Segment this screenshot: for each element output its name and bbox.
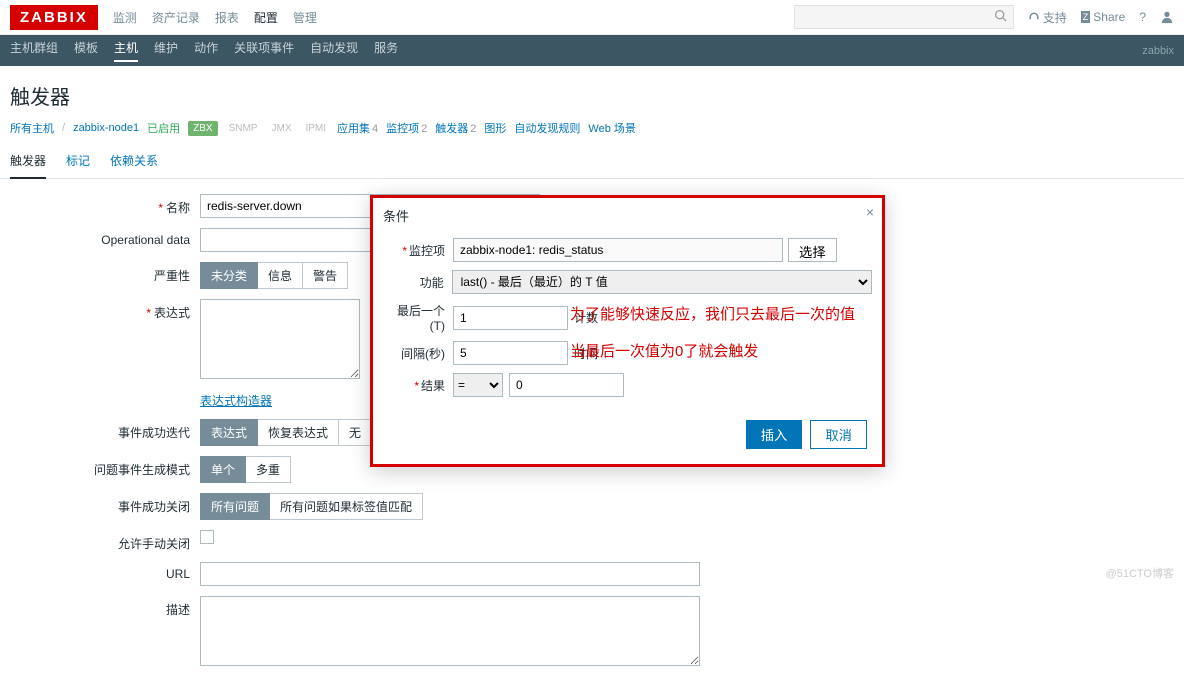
tab-row: 触发器 标记 依赖关系 bbox=[0, 144, 1184, 179]
okc-all[interactable]: 所有问题 bbox=[200, 493, 270, 520]
tab-deps[interactable]: 依赖关系 bbox=[110, 144, 158, 179]
nav-reports[interactable]: 报表 bbox=[215, 9, 239, 26]
close-icon[interactable]: × bbox=[866, 204, 874, 220]
m-last-input[interactable] bbox=[453, 306, 568, 330]
ipmi-tag: IPMI bbox=[302, 121, 329, 136]
annotation-1: 为了能够快速反应，我们只去最后一次的值 bbox=[570, 303, 855, 324]
help-icon[interactable]: ? bbox=[1139, 10, 1146, 24]
okc-tag[interactable]: 所有问题如果标签值匹配 bbox=[270, 493, 423, 520]
manual-close-label: 允许手动关闭 bbox=[10, 530, 200, 552]
page-title: 触发器 bbox=[0, 66, 1184, 120]
host-breadcrumb: 所有主机 / zabbix-node1 已启用 ZBX SNMP JMX IPM… bbox=[0, 120, 1184, 144]
share-link[interactable]: Z Share bbox=[1081, 10, 1126, 24]
subnav-services[interactable]: 服务 bbox=[374, 39, 398, 62]
eok-expr[interactable]: 表达式 bbox=[200, 419, 258, 446]
m-result-label: 结果 bbox=[421, 379, 445, 393]
eok-none[interactable]: 无 bbox=[339, 419, 372, 446]
all-hosts-link[interactable]: 所有主机 bbox=[10, 120, 54, 136]
m-func-select[interactable]: last() - 最后（最近）的 T 值 bbox=[452, 270, 872, 294]
triggers-link[interactable]: 触发器 bbox=[435, 123, 468, 135]
opdata-label: Operational data bbox=[10, 228, 200, 247]
event-ok-label: 事件成功迭代 bbox=[10, 419, 200, 441]
search-input[interactable] bbox=[794, 5, 1014, 29]
graphs-link[interactable]: 图形 bbox=[484, 120, 506, 136]
m-item-label: 监控项 bbox=[409, 244, 445, 258]
nav-admin[interactable]: 管理 bbox=[293, 9, 317, 26]
manual-close-checkbox[interactable] bbox=[200, 530, 214, 544]
pm-single[interactable]: 单个 bbox=[200, 456, 246, 483]
desc-textarea[interactable] bbox=[200, 596, 700, 666]
watermark: @51CTO博客 bbox=[1106, 565, 1174, 581]
m-interval-label: 间隔(秒) bbox=[383, 345, 453, 362]
tab-tags[interactable]: 标记 bbox=[66, 144, 90, 179]
logo[interactable]: ZABBIX bbox=[10, 5, 98, 30]
host-link[interactable]: zabbix-node1 bbox=[73, 122, 139, 134]
expr-label: 表达式 bbox=[154, 306, 190, 320]
annotation-2: 当最后一次值为0了就会触发 bbox=[570, 340, 758, 361]
problem-mode-label: 问题事件生成模式 bbox=[10, 456, 200, 478]
expr-builder-link[interactable]: 表达式构造器 bbox=[200, 394, 272, 408]
subnav-hostgroups[interactable]: 主机群组 bbox=[10, 39, 58, 62]
severity-label: 严重性 bbox=[10, 262, 200, 284]
user-icon[interactable] bbox=[1160, 10, 1174, 24]
subnav: 主机群组 模板 主机 维护 动作 关联项事件 自动发现 服务 zabbix bbox=[0, 35, 1184, 66]
subnav-maintenance[interactable]: 维护 bbox=[154, 39, 178, 62]
nav-inventory[interactable]: 资产记录 bbox=[152, 9, 200, 26]
pm-multiple[interactable]: 多重 bbox=[246, 456, 291, 483]
tab-triggers[interactable]: 触发器 bbox=[10, 144, 46, 179]
m-select-button[interactable]: 选择 bbox=[788, 238, 837, 262]
name-label: 名称 bbox=[166, 201, 190, 215]
url-label: URL bbox=[10, 562, 200, 581]
nav-monitor[interactable]: 监测 bbox=[113, 9, 137, 26]
subnav-correlation[interactable]: 关联项事件 bbox=[234, 39, 294, 62]
expr-textarea[interactable] bbox=[200, 299, 360, 379]
jmx-tag: JMX bbox=[268, 121, 294, 136]
sev-info[interactable]: 信息 bbox=[258, 262, 303, 289]
apps-link[interactable]: 应用集 bbox=[337, 123, 370, 135]
insert-button[interactable]: 插入 bbox=[746, 420, 803, 449]
top-right: 支持 Z Share ? bbox=[1028, 9, 1174, 26]
snmp-tag: SNMP bbox=[226, 121, 261, 136]
sev-unclassified[interactable]: 未分类 bbox=[200, 262, 258, 289]
m-result-value[interactable] bbox=[509, 373, 624, 397]
zbx-tag: ZBX bbox=[188, 121, 217, 136]
modal-title: 条件 bbox=[383, 209, 409, 224]
m-last-label: 最后一个 (T) bbox=[383, 302, 453, 333]
subnav-right: zabbix bbox=[1142, 45, 1174, 57]
m-item-input[interactable] bbox=[453, 238, 783, 262]
condition-modal: 条件 × *监控项 选择 功能 last() - 最后（最近）的 T 值 最后一… bbox=[370, 195, 885, 467]
m-interval-input[interactable] bbox=[453, 341, 568, 365]
support-link[interactable]: 支持 bbox=[1028, 9, 1067, 26]
items-link[interactable]: 监控项 bbox=[386, 123, 419, 135]
search-icon bbox=[994, 9, 1007, 25]
topbar: ZABBIX 监测 资产记录 报表 配置 管理 支持 Z Share ? bbox=[0, 0, 1184, 35]
discovery-link[interactable]: 自动发现规则 bbox=[514, 120, 580, 136]
m-func-label: 功能 bbox=[383, 274, 452, 291]
top-nav: 监测 资产记录 报表 配置 管理 bbox=[113, 9, 794, 26]
desc-label: 描述 bbox=[10, 596, 200, 618]
share-icon: Z bbox=[1081, 11, 1091, 23]
headset-icon bbox=[1028, 11, 1040, 23]
ok-close-label: 事件成功关闭 bbox=[10, 493, 200, 515]
m-result-op[interactable]: = bbox=[453, 373, 503, 397]
sev-warning[interactable]: 警告 bbox=[303, 262, 348, 289]
eok-recovery[interactable]: 恢复表达式 bbox=[258, 419, 339, 446]
subnav-actions[interactable]: 动作 bbox=[194, 39, 218, 62]
subnav-hosts[interactable]: 主机 bbox=[114, 39, 138, 62]
url-input[interactable] bbox=[200, 562, 700, 586]
web-link[interactable]: Web 场景 bbox=[588, 120, 635, 136]
subnav-templates[interactable]: 模板 bbox=[74, 39, 98, 62]
cancel-button[interactable]: 取消 bbox=[810, 420, 867, 449]
enabled-label: 已启用 bbox=[147, 120, 180, 136]
subnav-discovery[interactable]: 自动发现 bbox=[310, 39, 358, 62]
nav-config[interactable]: 配置 bbox=[254, 9, 278, 26]
